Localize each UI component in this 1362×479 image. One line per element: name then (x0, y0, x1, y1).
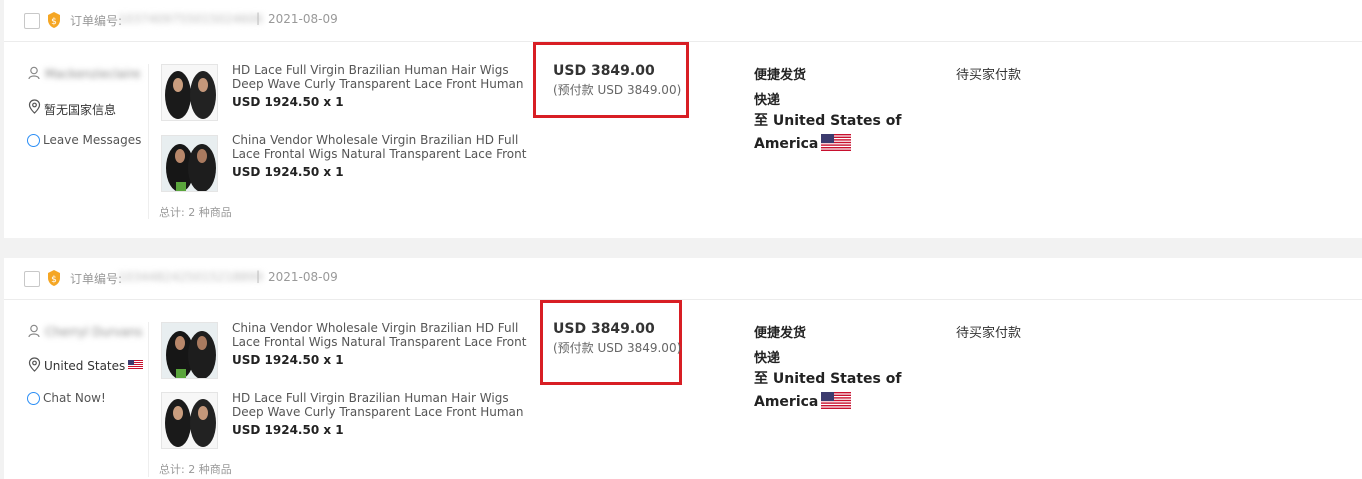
location-pin-icon (28, 99, 41, 114)
order-total-items: 总计: 2 种商品 (159, 463, 232, 476)
us-flag-icon (128, 360, 144, 369)
leave-messages-link[interactable]: Leave Messages (43, 133, 141, 147)
svg-text:$: $ (51, 275, 57, 285)
shipping-destination: 至 United States of America (754, 110, 904, 156)
order-body: Cherryl Durvans United States Chat Now! … (4, 300, 1362, 478)
order-prepay-amount: (预付款 USD 3849.00) (553, 83, 682, 97)
header-separator: | (256, 269, 261, 283)
shipping-carrier: 快递 (754, 351, 781, 366)
us-flag-icon (821, 134, 852, 151)
product-name-link[interactable]: China Vendor Wholesale Virgin Brazilian … (232, 321, 538, 349)
buyer-location-text: United States (44, 359, 126, 373)
order-card: $ 订单编号: 1037409755015024606 | 2021-08-09… (4, 0, 1362, 238)
order-header: $ 订单编号: 1037409755015024606 | 2021-08-09 (4, 0, 1362, 42)
order-amount: USD 3849.00 (553, 321, 655, 337)
product-thumbnail[interactable] (161, 322, 218, 379)
chat-icon[interactable] (27, 134, 40, 147)
product-price-qty: USD 1924.50 x 1 (232, 95, 344, 109)
product-name-link[interactable]: HD Lace Full Virgin Brazilian Human Hair… (232, 63, 538, 91)
order-amount: USD 3849.00 (553, 63, 655, 79)
order-card: $ 订单编号: 1034482425015218899 | 2021-08-09… (4, 258, 1362, 479)
user-icon (28, 66, 40, 80)
buyer-name[interactable]: Cherryl Durvans (45, 325, 142, 339)
order-number-label: 订单编号: (70, 14, 123, 28)
shipping-method: 便捷发货 (754, 326, 807, 341)
user-icon (28, 324, 40, 338)
order-total-items: 总计: 2 种商品 (159, 206, 232, 219)
product-thumbnail[interactable] (161, 392, 218, 449)
product-name-link[interactable]: China Vendor Wholesale Virgin Brazilian … (232, 133, 538, 161)
order-prepay-amount: (预付款 USD 3849.00) (553, 341, 682, 355)
order-number-value[interactable]: 1034482425015218899 (118, 270, 263, 284)
wig-product-thumbnail (162, 65, 217, 120)
product-name-link[interactable]: HD Lace Full Virgin Brazilian Human Hair… (232, 391, 538, 419)
product-thumbnail[interactable] (161, 135, 218, 192)
price-highlight-box (533, 42, 689, 118)
column-divider (148, 322, 149, 477)
order-status: 待买家付款 (956, 68, 1022, 83)
header-separator: | (256, 11, 261, 25)
buyer-name[interactable]: Mackenzieclaire (45, 67, 141, 81)
shipping-destination: 至 United States of America (754, 368, 904, 414)
order-number-value[interactable]: 1037409755015024606 (118, 12, 263, 26)
order-select-checkbox[interactable] (24, 271, 40, 287)
shipping-method: 便捷发货 (754, 68, 807, 83)
order-number-label: 订单编号: (70, 272, 123, 286)
shipping-carrier: 快递 (754, 93, 781, 108)
column-divider (148, 64, 149, 219)
product-thumbnail[interactable] (161, 64, 218, 121)
product-price-qty: USD 1924.50 x 1 (232, 353, 344, 367)
vip-badge-icon: $ (48, 12, 60, 28)
product-price-qty: USD 1924.50 x 1 (232, 423, 344, 437)
order-status: 待买家付款 (956, 326, 1022, 341)
vip-badge-icon: $ (48, 270, 60, 286)
svg-text:$: $ (51, 17, 57, 27)
us-flag-icon (821, 392, 852, 409)
order-body: Mackenzieclaire 暂无国家信息 Leave Messages HD… (4, 42, 1362, 237)
chat-now-link[interactable]: Chat Now! (43, 391, 106, 405)
wig-product-thumbnail (162, 323, 217, 378)
order-date: 2021-08-09 (268, 270, 338, 284)
order-header: $ 订单编号: 1034482425015218899 | 2021-08-09 (4, 258, 1362, 300)
order-date: 2021-08-09 (268, 12, 338, 26)
product-price-qty: USD 1924.50 x 1 (232, 165, 344, 179)
buyer-location: United States (44, 359, 144, 373)
chat-icon[interactable] (27, 392, 40, 405)
buyer-location: 暂无国家信息 (44, 103, 117, 117)
location-pin-icon (28, 357, 41, 372)
wig-product-thumbnail (162, 136, 217, 191)
order-select-checkbox[interactable] (24, 13, 40, 29)
wig-product-thumbnail (162, 393, 217, 448)
